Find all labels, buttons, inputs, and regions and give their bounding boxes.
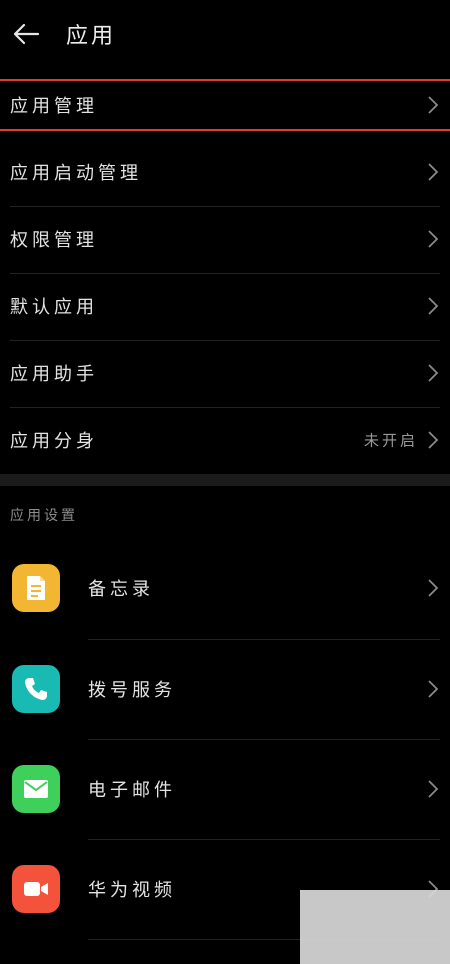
notepad-icon [12, 564, 60, 612]
chevron-right-icon [428, 579, 439, 597]
back-button[interactable] [6, 16, 46, 52]
menu-item-label: 应用分身 [10, 431, 98, 452]
section-title: 应用设置 [10, 508, 78, 524]
highlight-box [0, 79, 450, 131]
app-bar: 应用 [0, 0, 450, 70]
app-item-label: 华为视频 [88, 880, 176, 901]
chevron-right-icon [428, 780, 439, 798]
watermark-patch [300, 890, 450, 964]
chevron-right-icon [428, 230, 439, 248]
menu-item-permissions[interactable]: 权限管理 [0, 206, 450, 272]
arrow-left-icon [13, 23, 40, 45]
chevron-right-icon [428, 364, 439, 382]
chevron-right-icon [428, 163, 439, 181]
menu-item-app-launch[interactable]: 应用启动管理 [0, 139, 450, 205]
menu-item-label: 权限管理 [10, 230, 98, 251]
chevron-right-icon [428, 431, 439, 449]
menu-item-label: 默认应用 [10, 297, 98, 318]
app-item-dialer[interactable]: 拨号服务 [0, 639, 450, 739]
app-item-label: 拨号服务 [88, 680, 176, 701]
menu-item-app-assistant[interactable]: 应用助手 [0, 340, 450, 406]
mail-icon [12, 765, 60, 813]
section-separator [0, 474, 450, 486]
app-item-email[interactable]: 电子邮件 [0, 739, 450, 839]
chevron-right-icon [428, 297, 439, 315]
menu-item-label: 应用助手 [10, 364, 98, 385]
page-title: 应用 [66, 24, 117, 49]
menu-item-label: 应用启动管理 [10, 163, 142, 184]
menu-item-value: 未开启 [363, 431, 418, 450]
menu-item-app-twin[interactable]: 应用分身 未开启 [0, 407, 450, 473]
phone-icon [12, 665, 60, 713]
app-item-notes[interactable]: 备忘录 [0, 538, 450, 638]
menu-item-default-apps[interactable]: 默认应用 [0, 273, 450, 339]
app-item-label: 电子邮件 [88, 780, 176, 801]
video-camera-icon [12, 865, 60, 913]
chevron-right-icon [428, 680, 439, 698]
app-item-label: 备忘录 [88, 579, 154, 600]
